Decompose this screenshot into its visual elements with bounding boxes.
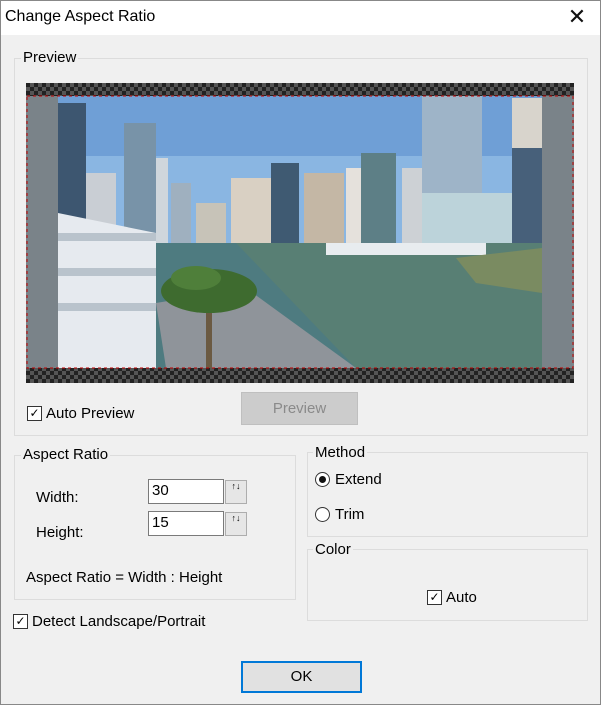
aspect-ratio-formula: Aspect Ratio = Width : Height [26,569,223,586]
color-group [307,549,588,621]
detect-orientation-label: Detect Landscape/Portrait [32,613,206,630]
ok-button-label: OK [290,668,313,685]
width-label: Width: [36,489,79,506]
title-bar: Change Aspect Ratio ✕ [0,0,601,35]
color-auto-label: Auto [446,589,477,606]
preview-button[interactable]: Preview [241,392,358,425]
auto-preview-checkbox[interactable]: ✓ [27,406,42,421]
method-group [307,452,588,537]
color-group-label: Color [313,541,353,558]
spin-arrows-icon: ↑↓ [231,513,241,523]
method-group-label: Method [313,444,368,461]
detect-orientation-checkbox[interactable]: ✓ [13,614,28,629]
width-input[interactable]: 30 [148,479,224,504]
close-icon[interactable]: ✕ [566,6,588,28]
height-input[interactable]: 15 [148,511,224,536]
preview-group-label: Preview [21,49,79,66]
ok-button[interactable]: OK [241,661,362,693]
preview-image [26,95,574,369]
extend-padding-left [26,96,58,368]
color-auto-checkbox[interactable]: ✓ [427,590,442,605]
extend-padding-right [542,96,574,368]
height-spinner[interactable]: ↑↓ [225,512,247,536]
aspect-ratio-group-label: Aspect Ratio [21,446,111,463]
trim-label: Trim [335,506,365,523]
preview-button-label: Preview [272,400,327,417]
trim-radio[interactable] [315,507,330,522]
extend-label: Extend [335,471,382,488]
auto-preview-label: Auto Preview [46,405,135,422]
height-label: Height: [36,524,84,541]
width-spinner[interactable]: ↑↓ [225,480,247,504]
extend-radio[interactable] [315,472,330,487]
radio-selected-dot [319,476,326,483]
dialog-title: Change Aspect Ratio [5,8,156,25]
preview-image-area [26,83,574,383]
spin-arrows-icon: ↑↓ [231,481,241,491]
